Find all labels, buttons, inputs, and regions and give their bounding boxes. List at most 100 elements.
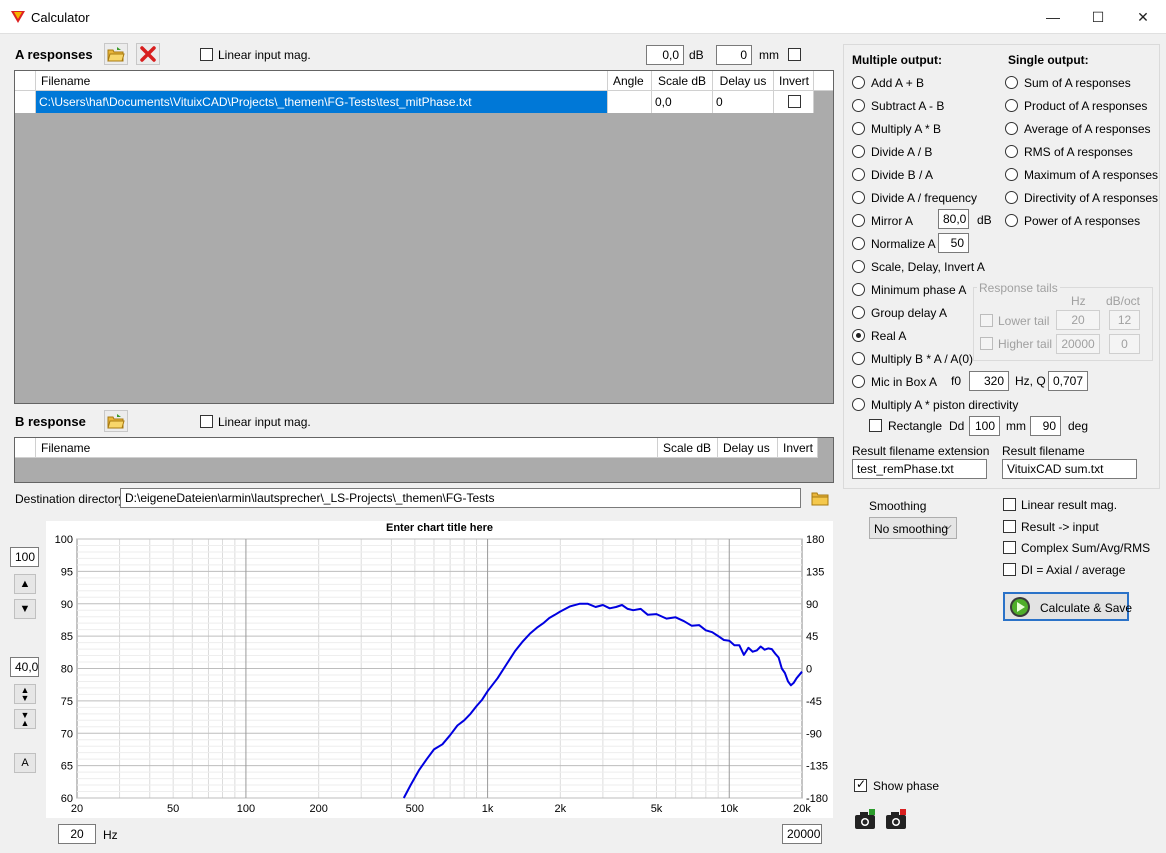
multiple-output-radio[interactable] (852, 375, 865, 388)
single-output-radio[interactable] (1005, 168, 1018, 181)
multiple-output-option-label[interactable]: Multiply A * piston directivity (871, 398, 1018, 412)
b-col-filename[interactable]: Filename (36, 438, 658, 458)
a-col-delay-us[interactable]: Delay us (713, 71, 774, 91)
row-header[interactable] (15, 91, 36, 113)
lower-tail-db-input[interactable]: 12 (1109, 310, 1140, 330)
single-output-radio[interactable] (1005, 99, 1018, 112)
multiple-output-radio[interactable] (852, 329, 865, 342)
multiple-output-option-label[interactable]: Multiply A * B (871, 122, 941, 136)
multiple-output-radio[interactable] (852, 99, 865, 112)
complex-checkbox[interactable] (1003, 541, 1016, 554)
multiple-output-radio[interactable] (852, 191, 865, 204)
chart-fmax-input[interactable]: 20000 (782, 824, 822, 844)
row-delay-us-cell[interactable]: 0 (713, 91, 774, 113)
multiple-output-radio[interactable] (852, 168, 865, 181)
b-linear-input-mag-checkbox[interactable] (200, 415, 213, 428)
lower-tail-hz-input[interactable]: 20 (1056, 310, 1100, 330)
mic-q-input[interactable]: 0,707 (1048, 371, 1088, 391)
multiple-output-radio[interactable] (852, 214, 865, 227)
snapshot-button[interactable] (853, 808, 877, 832)
multiple-output-radio[interactable] (852, 145, 865, 158)
mirror-value-input[interactable]: 80,0 (938, 209, 969, 229)
clear-snapshot-button[interactable] (884, 808, 908, 832)
result-input-checkbox[interactable] (1003, 520, 1016, 533)
multiple-output-option-label[interactable]: Divide A / B (871, 145, 932, 159)
close-window-button[interactable]: ✕ (1120, 0, 1166, 34)
single-output-radio[interactable] (1005, 76, 1018, 89)
b-col-invert[interactable]: Invert (778, 438, 818, 458)
maximize-button[interactable]: ☐ (1075, 0, 1121, 34)
chart-range-input[interactable]: 40,0 (10, 657, 39, 677)
calculate-save-button[interactable]: Calculate & Save (1003, 592, 1132, 621)
a-invert-all-checkbox[interactable] (788, 48, 801, 61)
result-file-input[interactable]: VituixCAD sum.txt (1002, 459, 1137, 479)
higher-tail-checkbox[interactable] (980, 337, 993, 350)
multiple-output-option-label[interactable]: Group delay A (871, 306, 947, 320)
multiple-output-option-label[interactable]: Mic in Box A (871, 375, 937, 389)
multiple-output-radio[interactable] (852, 352, 865, 365)
b-col-scale-db[interactable]: Scale dB (658, 438, 718, 458)
b-col-delay-us[interactable]: Delay us (718, 438, 778, 458)
higher-tail-hz-input[interactable]: 20000 (1056, 334, 1100, 354)
destination-browse-button[interactable] (809, 487, 831, 509)
a-col-angle[interactable]: Angle (608, 71, 652, 91)
a-col-scale-db[interactable]: Scale dB (652, 71, 713, 91)
single-output-option-label[interactable]: RMS of A responses (1024, 145, 1133, 159)
frequency-response-chart[interactable]: Enter chart title here 100 180 95 135 90 90 85… (46, 521, 833, 818)
chart-down-button[interactable]: ▼ (14, 599, 36, 619)
linear-result-mag-checkbox[interactable] (1003, 498, 1016, 511)
di-checkbox[interactable] (1003, 563, 1016, 576)
single-output-option-label[interactable]: Product of A responses (1024, 99, 1147, 113)
row-angle-cell[interactable] (608, 91, 652, 113)
a-responses-grid[interactable]: Filename Angle Scale dB Delay us Invert … (14, 70, 834, 404)
multiple-output-option-label[interactable]: Multiply B * A / A(0) (871, 352, 973, 366)
a-col-filename[interactable]: Filename (36, 71, 608, 91)
multiple-output-radio[interactable] (852, 398, 865, 411)
multiple-output-radio[interactable] (852, 260, 865, 273)
smoothing-dropdown[interactable]: No smoothing ⌵ (869, 517, 957, 539)
open-folder-b-button[interactable] (104, 410, 128, 432)
a-mm-input[interactable]: 0 (716, 45, 752, 65)
multiple-output-option-label[interactable]: Normalize A (871, 237, 936, 251)
multiple-output-radio[interactable] (852, 306, 865, 319)
multiple-output-radio[interactable] (852, 76, 865, 89)
chart-auto-button[interactable]: A (14, 753, 36, 773)
multiple-output-option-label[interactable]: Subtract A - B (871, 99, 944, 113)
destination-input[interactable]: D:\eigeneDateien\armin\lautsprecher\_LS-… (120, 488, 801, 508)
open-folder-a-button[interactable] (104, 43, 128, 65)
chart-compress-button[interactable]: ▼ ▲ (14, 709, 36, 729)
table-row[interactable]: C:\Users\haf\Documents\VituixCAD\Project… (15, 91, 814, 113)
multiple-output-radio[interactable] (852, 237, 865, 250)
show-phase-checkbox[interactable] (854, 777, 867, 792)
row-invert-checkbox[interactable] (788, 95, 801, 108)
normalize-value-input[interactable]: 50 (938, 233, 969, 253)
rectangle-checkbox[interactable] (869, 419, 882, 432)
lower-tail-checkbox[interactable] (980, 314, 993, 327)
multiple-output-option-label[interactable]: Add A + B (871, 76, 924, 90)
row-scale-db-cell[interactable]: 0,0 (652, 91, 713, 113)
chart-up-button[interactable]: ▲ (14, 574, 36, 594)
single-output-radio[interactable] (1005, 214, 1018, 227)
multiple-output-radio[interactable] (852, 122, 865, 135)
single-output-radio[interactable] (1005, 122, 1018, 135)
result-ext-input[interactable]: test_remPhase.txt (852, 459, 987, 479)
a-col-invert[interactable]: Invert (774, 71, 814, 91)
row-invert-cell[interactable] (774, 91, 814, 113)
chart-fmin-input[interactable]: 20 (58, 824, 96, 844)
single-output-option-label[interactable]: Directivity of A responses (1024, 191, 1158, 205)
row-filename-cell[interactable]: C:\Users\haf\Documents\VituixCAD\Project… (36, 91, 608, 113)
a-db-input[interactable]: 0,0 (646, 45, 684, 65)
single-output-option-label[interactable]: Average of A responses (1024, 122, 1151, 136)
chart-expand-button[interactable]: ▲ ▼ (14, 684, 36, 704)
single-output-radio[interactable] (1005, 145, 1018, 158)
single-output-option-label[interactable]: Power of A responses (1024, 214, 1140, 228)
mic-f0-input[interactable]: 320 (969, 371, 1009, 391)
dd-input[interactable]: 100 (969, 416, 1000, 436)
a-linear-input-mag-checkbox[interactable] (200, 48, 213, 61)
minimize-button[interactable]: — (1030, 0, 1076, 34)
single-output-option-label[interactable]: Maximum of A responses (1024, 168, 1158, 182)
multiple-output-option-label[interactable]: Mirror A (871, 214, 913, 228)
multiple-output-option-label[interactable]: Divide A / frequency (871, 191, 977, 205)
multiple-output-option-label[interactable]: Scale, Delay, Invert A (871, 260, 985, 274)
remove-a-button[interactable] (136, 43, 160, 65)
